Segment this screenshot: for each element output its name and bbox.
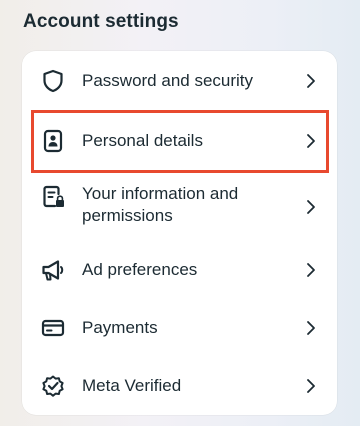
credit-card-icon (40, 315, 66, 341)
personal-details-item[interactable]: Personal details (22, 121, 337, 161)
your-information-label-line2: permissions (82, 206, 173, 225)
payments-label: Payments (82, 318, 158, 337)
personal-details-label: Personal details (82, 131, 203, 150)
meta-verified-item[interactable]: Meta Verified (22, 366, 337, 406)
verified-badge-icon (40, 373, 66, 399)
megaphone-icon (40, 257, 66, 283)
chevron-right-icon (305, 133, 317, 149)
ad-preferences-label: Ad preferences (82, 260, 198, 279)
password-and-security-label: Password and security (82, 71, 254, 90)
shield-icon (40, 68, 66, 94)
your-information-and-permissions-item[interactable]: Your information and permissions (22, 179, 337, 235)
payments-item[interactable]: Payments (22, 308, 337, 348)
document-lock-icon (40, 184, 66, 210)
chevron-right-icon (305, 199, 317, 215)
meta-verified-label: Meta Verified (82, 376, 182, 395)
chevron-right-icon (305, 320, 317, 336)
chevron-right-icon (305, 73, 317, 89)
your-information-label-line1: Your information and (82, 184, 239, 203)
section-title: Account settings (23, 11, 179, 32)
chevron-right-icon (305, 378, 317, 394)
chevron-right-icon (305, 262, 317, 278)
id-card-icon (40, 128, 66, 154)
account-settings-card: Password and security Personal details Y… (22, 51, 337, 415)
ad-preferences-item[interactable]: Ad preferences (22, 250, 337, 290)
password-and-security-item[interactable]: Password and security (22, 61, 337, 101)
